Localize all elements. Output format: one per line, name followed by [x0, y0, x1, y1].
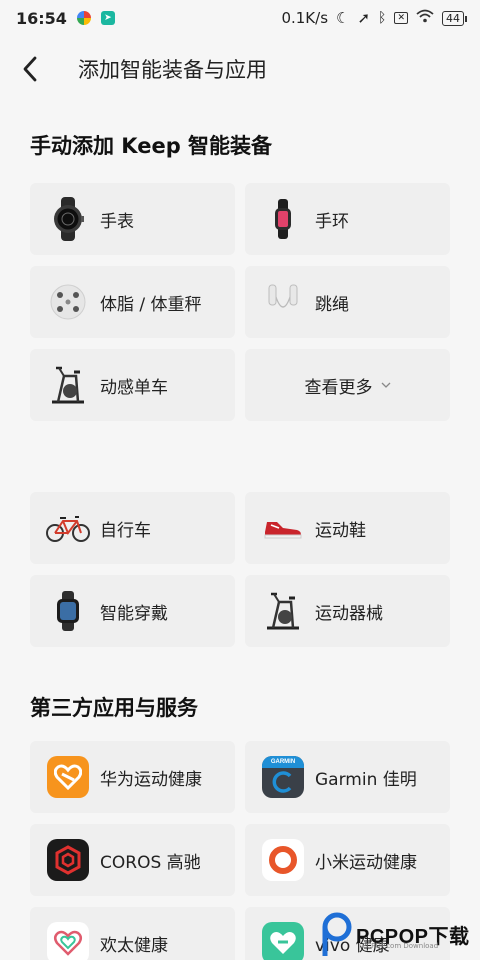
device-card-bicycle[interactable]: 自行车 — [30, 492, 235, 564]
sim-icon: ✕ — [394, 12, 408, 24]
location-icon: ➚ — [357, 9, 371, 27]
app-label: 华为运动健康 — [100, 769, 202, 790]
device-card-watch[interactable]: 手表 — [30, 183, 235, 255]
spin-bike-icon — [46, 363, 90, 407]
top-bar: 添加智能装备与应用 — [0, 44, 480, 94]
device-card-equipment[interactable]: 运动器械 — [245, 575, 450, 647]
device-label: 手表 — [100, 211, 134, 232]
device-label: 运动器械 — [315, 603, 383, 624]
scale-icon — [46, 280, 90, 324]
app-label: Garmin 佳明 — [315, 769, 417, 790]
mi-fitness-icon — [261, 838, 305, 882]
watermark-sub: PCPOP.com Download — [362, 942, 439, 950]
manual-section-title: 手动添加 Keep 智能装备 — [30, 134, 273, 158]
huawei-health-icon — [46, 755, 90, 799]
wearable-icon — [46, 589, 90, 633]
app-label: 欢太健康 — [100, 935, 168, 956]
device-label: 智能穿戴 — [100, 603, 168, 624]
status-time: 16:54 — [16, 8, 67, 28]
app-card-garmin[interactable]: GARMIN Garmin 佳明 — [245, 741, 450, 813]
app-card-huawei[interactable]: 华为运动健康 — [30, 741, 235, 813]
wifi-icon — [416, 9, 434, 27]
smartwatch-icon — [46, 197, 90, 241]
device-card-wearable[interactable]: 智能穿戴 — [30, 575, 235, 647]
app-label: 小米运动健康 — [315, 852, 417, 873]
battery-icon: 44 — [442, 10, 467, 26]
device-card-spin-bike[interactable]: 动感单车 — [30, 349, 235, 421]
pcpop-watermark: PCPOP下载 PCPOP.com Download — [322, 908, 480, 960]
device-label: 体脂 / 体重秤 — [100, 294, 202, 315]
telegram-notification-icon: ➤ — [100, 11, 115, 25]
bluetooth-icon: ᛒ — [378, 10, 387, 26]
device-card-sneaker[interactable]: 运动鞋 — [245, 492, 450, 564]
device-label: 动感单车 — [100, 377, 168, 398]
sneaker-icon — [261, 506, 305, 550]
device-label: 跳绳 — [315, 294, 349, 315]
exercise-equipment-icon — [261, 589, 305, 633]
app-card-heytap[interactable]: 欢太健康 — [30, 907, 235, 960]
device-label: 运动鞋 — [315, 520, 366, 541]
device-card-scale[interactable]: 体脂 / 体重秤 — [30, 266, 235, 338]
app-label: COROS 高驰 — [100, 852, 201, 873]
moon-icon: ☾ — [336, 9, 350, 27]
garmin-icon: GARMIN — [261, 755, 305, 799]
app-card-mi-fitness[interactable]: 小米运动健康 — [245, 824, 450, 896]
vivo-health-icon — [261, 921, 305, 960]
third-party-section-title: 第三方应用与服务 — [30, 696, 198, 720]
status-bar: 16:54 ➤ 0.1K/s ☾ ➚ ᛒ ✕ 44 — [0, 0, 480, 36]
device-card-jump-rope[interactable]: 跳绳 — [245, 266, 450, 338]
band-icon — [261, 197, 305, 241]
jump-rope-icon — [261, 280, 305, 324]
device-label: 自行车 — [100, 520, 151, 541]
see-more-label: 查看更多 — [304, 377, 373, 398]
coros-icon — [46, 838, 90, 882]
device-card-band[interactable]: 手环 — [245, 183, 450, 255]
network-speed: 0.1K/s — [281, 9, 329, 27]
back-button[interactable] — [0, 44, 60, 94]
heytap-health-icon — [46, 921, 90, 960]
pcpop-logo-icon — [322, 912, 352, 956]
see-more-button[interactable]: 查看更多 — [245, 349, 450, 421]
device-label: 手环 — [315, 211, 349, 232]
bicycle-icon — [46, 506, 90, 550]
app-notification-icon — [76, 11, 91, 25]
back-arrow-icon — [23, 56, 37, 82]
chevron-down-icon — [381, 382, 390, 388]
page-title: 添加智能装备与应用 — [78, 58, 267, 82]
app-card-coros[interactable]: COROS 高驰 — [30, 824, 235, 896]
